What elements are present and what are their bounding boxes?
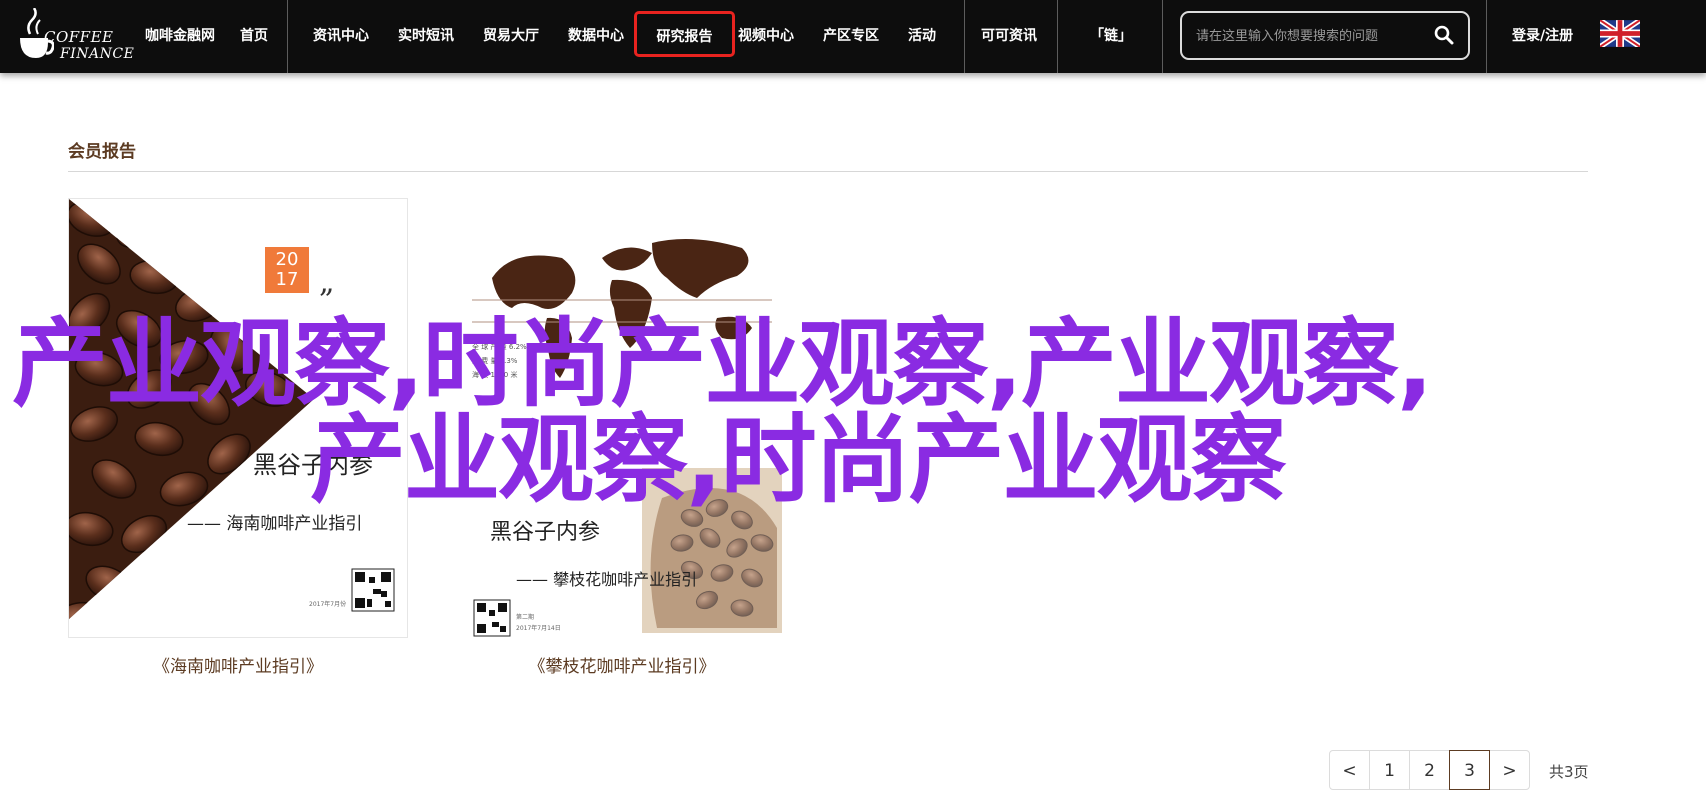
nav-item-origin-zone[interactable]: 产区专区 <box>823 0 879 73</box>
nav-item-events[interactable]: 活动 <box>908 0 936 73</box>
quote-mark: „ <box>319 265 335 300</box>
search-box <box>1180 11 1470 60</box>
section-title: 会员报告 <box>68 142 136 162</box>
cover-title: 黑谷子内参 <box>490 520 601 545</box>
nav-item-chain[interactable]: 「链」 <box>1090 0 1132 73</box>
nav-divider <box>1057 0 1058 73</box>
year-badge-text: 20 17 <box>267 250 307 290</box>
search-icon[interactable] <box>1434 25 1454 45</box>
nav-item-home[interactable]: 首页 <box>240 0 268 73</box>
report-card-caption-panzhihua[interactable]: 《攀枝花咖啡产业指引》 <box>452 652 792 677</box>
nav-item-news-center[interactable]: 资讯中心 <box>313 0 369 73</box>
year-top: 20 <box>275 249 299 270</box>
nav-item-trade-hall[interactable]: 贸易大厅 <box>483 0 539 73</box>
top-navigation-bar: COFFEE FINANCE 咖啡金融网 首页 资讯中心 实时短讯 贸易大厅 数… <box>0 0 1706 73</box>
search-input[interactable] <box>1194 21 1428 51</box>
nav-item-research-reports[interactable]: 研究报告 <box>634 11 735 57</box>
logo-text-line2: FINANCE <box>60 46 135 62</box>
nav-item-data-center[interactable]: 数据中心 <box>568 0 624 73</box>
nav-item-cocoa-news[interactable]: 可可资讯 <box>981 0 1037 73</box>
nav-item-video-center[interactable]: 视频中心 <box>738 0 794 73</box>
cover-subtitle: —— 攀枝花咖啡产业指引 <box>516 570 698 589</box>
uk-flag-icon[interactable] <box>1600 20 1640 47</box>
qr-code-icon <box>351 568 395 612</box>
pagination: < 1 2 3 > <box>1329 750 1530 792</box>
nav-item-coffee-finance[interactable]: 咖啡金融网 <box>145 0 215 73</box>
overlay-headline-line2: 产业观察,时尚产业观察 <box>310 404 1286 516</box>
pagination-total: 共3页 <box>1549 763 1589 781</box>
nav-divider <box>1162 0 1163 73</box>
login-register-link[interactable]: 登录/注册 <box>1512 0 1573 73</box>
nav-divider <box>287 0 288 73</box>
site-logo[interactable]: COFFEE FINANCE <box>14 6 135 66</box>
pagination-page-1[interactable]: 1 <box>1369 750 1410 790</box>
cover-qr-date: 2017年7月14日 <box>516 625 561 632</box>
logo-text-line1: COFFEE <box>44 28 114 46</box>
cover-qr-date: 2017年7月份 <box>309 601 347 608</box>
pagination-next-button[interactable]: > <box>1489 750 1530 790</box>
qr-code-icon <box>473 599 511 637</box>
pagination-prev-button[interactable]: < <box>1329 750 1370 790</box>
nav-item-flash-news[interactable]: 实时短讯 <box>398 0 454 73</box>
overlay-headline-line1: 产业观察,时尚产业观察,产业观察, <box>12 308 1433 420</box>
nav-divider <box>1486 0 1487 73</box>
pagination-page-3-current[interactable]: 3 <box>1449 750 1490 790</box>
report-card-caption-hainan[interactable]: 《海南咖啡产业指引》 <box>68 652 408 677</box>
year-bottom: 17 <box>275 269 299 290</box>
cover-qr-label: 第二期 <box>516 614 535 621</box>
nav-divider <box>964 0 965 73</box>
section-divider <box>68 171 1588 172</box>
pagination-page-2[interactable]: 2 <box>1409 750 1450 790</box>
